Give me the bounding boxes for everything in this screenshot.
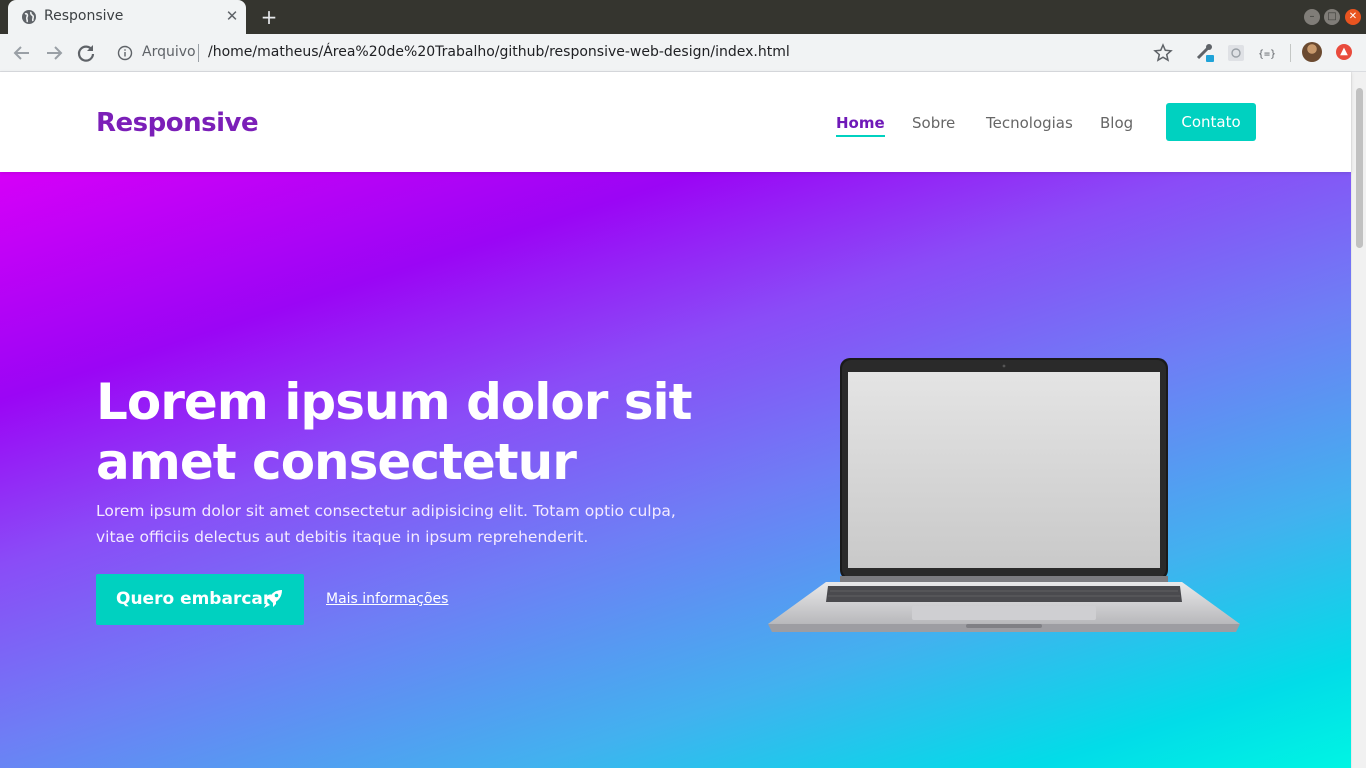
- scroll-thumb[interactable]: [1356, 88, 1363, 248]
- nav-item-sobre[interactable]: Sobre: [912, 114, 955, 132]
- address-bar[interactable]: /home/matheus/Área%20de%20Trabalho/githu…: [208, 44, 790, 60]
- site-header: Responsive Home Sobre Tecnologias Blog C…: [0, 72, 1351, 172]
- tab-title: Responsive: [44, 8, 124, 24]
- hero-title: Lorem ipsum dolor sit amet consectetur: [96, 373, 693, 491]
- hero-description: Lorem ipsum dolor sit amet consectetur a…: [96, 502, 676, 546]
- reload-icon[interactable]: [74, 41, 98, 65]
- quero-embarcar-button[interactable]: Quero embarcar: [96, 574, 304, 625]
- nav-item-blog[interactable]: Blog: [1100, 114, 1133, 132]
- hero-section: Lorem ipsum dolor sit amet consectetur L…: [0, 172, 1351, 768]
- minimize-button[interactable]: –: [1304, 9, 1320, 25]
- contact-button[interactable]: Contato: [1166, 103, 1256, 141]
- nav-item-home[interactable]: Home: [836, 114, 885, 137]
- rocket-icon: [264, 590, 282, 608]
- close-window-button[interactable]: ✕: [1345, 9, 1361, 25]
- page-scrollbar[interactable]: [1351, 72, 1366, 768]
- brand-logo[interactable]: Responsive: [96, 108, 259, 138]
- star-icon[interactable]: [1152, 42, 1174, 64]
- address-separator: [198, 44, 199, 62]
- browser-tab-bar: Responsive ✕ + – □ ✕: [0, 0, 1366, 34]
- nav-item-tecnologias[interactable]: Tecnologias: [986, 114, 1073, 132]
- browser-tab[interactable]: Responsive ✕: [8, 0, 246, 34]
- browser-toolbar: Arquivo /home/matheus/Área%20de%20Trabal…: [0, 34, 1366, 72]
- avatar[interactable]: [1302, 42, 1322, 62]
- maximize-button[interactable]: □: [1324, 9, 1340, 25]
- toolbar-divider: [1290, 44, 1291, 62]
- extension-icon[interactable]: [1225, 42, 1247, 64]
- extension-icon[interactable]: {=}: [1256, 42, 1278, 64]
- laptop-image: [768, 358, 1240, 632]
- mais-informacoes-link[interactable]: Mais informações: [326, 591, 448, 607]
- update-icon[interactable]: ▲: [1336, 44, 1352, 60]
- svg-text:{=}: {=}: [1258, 49, 1276, 60]
- info-icon[interactable]: [117, 45, 133, 61]
- extension-icon[interactable]: [1194, 42, 1216, 64]
- new-tab-button[interactable]: +: [257, 5, 281, 29]
- globe-icon: [22, 10, 36, 24]
- cta-label: Quero embarcar: [116, 589, 272, 609]
- scheme-label: Arquivo: [142, 44, 196, 60]
- forward-icon[interactable]: [42, 41, 66, 65]
- close-tab-icon[interactable]: ✕: [223, 7, 241, 25]
- back-icon[interactable]: [10, 41, 34, 65]
